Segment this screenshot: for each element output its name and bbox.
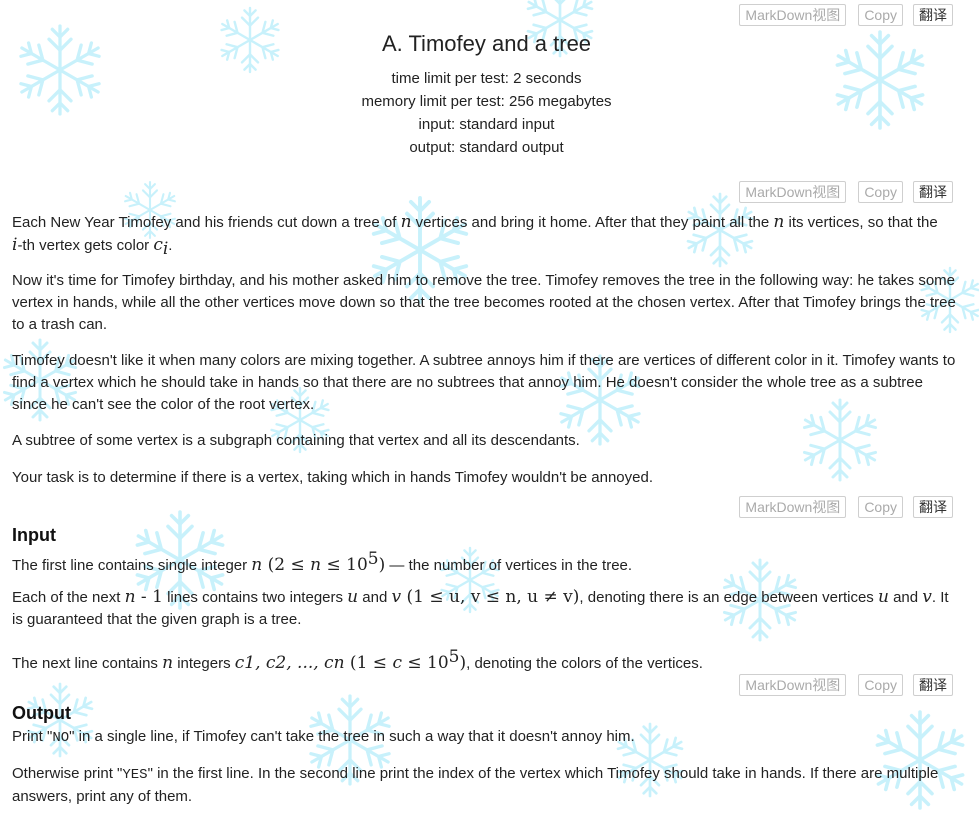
markdown-view-button[interactable]: MarkDown视图 [739, 181, 847, 203]
copy-button[interactable]: Copy [858, 496, 903, 518]
input-heading: Input [12, 525, 56, 545]
copy-button[interactable]: Copy [858, 4, 903, 26]
legend-paragraph-3: Timofey doesn't like it when many colors… [12, 352, 956, 413]
problem-title: A. Timofey and a tree [381, 31, 592, 56]
input-line-2: Each of the next n - 1 lines contains tw… [12, 587, 949, 628]
markdown-view-button[interactable]: MarkDown视图 [739, 4, 847, 26]
legend-paragraph-1: Each New Year Timofey and his friends cu… [12, 212, 938, 259]
output-heading: Output [12, 703, 71, 723]
input-line-1: The first line contains single integer n… [12, 549, 633, 575]
legend-paragraph-5: Your task is to determine if there is a … [12, 469, 653, 486]
input-line-3: The next line contains n integers c1, c2… [12, 647, 703, 673]
memory-limit: memory limit per test: 256 megabytes [361, 93, 612, 110]
statement-toolbar: MarkDown视图 Copy 翻译 [727, 4, 953, 26]
translate-button[interactable]: 翻译 [913, 4, 953, 26]
copy-button[interactable]: Copy [858, 181, 903, 203]
output-line-2: Otherwise print "YES" in the first line.… [12, 765, 939, 805]
output-line-1: Print "NO" in a single line, if Timofey … [12, 728, 635, 746]
input-file: input: standard input [418, 116, 555, 133]
markdown-view-button[interactable]: MarkDown视图 [739, 674, 847, 696]
legend-paragraph-2: Now it's time for Timofey birthday, and … [12, 272, 956, 333]
translate-button[interactable]: 翻译 [913, 181, 953, 203]
legend-paragraph-4: A subtree of some vertex is a subgraph c… [12, 432, 580, 449]
input-toolbar: MarkDown视图 Copy 翻译 [727, 496, 953, 518]
legend-toolbar: MarkDown视图 Copy 翻译 [727, 181, 953, 203]
markdown-view-button[interactable]: MarkDown视图 [739, 496, 847, 518]
translate-button[interactable]: 翻译 [913, 496, 953, 518]
time-limit: time limit per test: 2 seconds [391, 70, 582, 87]
copy-button[interactable]: Copy [858, 674, 903, 696]
translate-button[interactable]: 翻译 [913, 674, 953, 696]
output-toolbar: MarkDown视图 Copy 翻译 [727, 674, 953, 696]
output-file: output: standard output [409, 139, 564, 156]
